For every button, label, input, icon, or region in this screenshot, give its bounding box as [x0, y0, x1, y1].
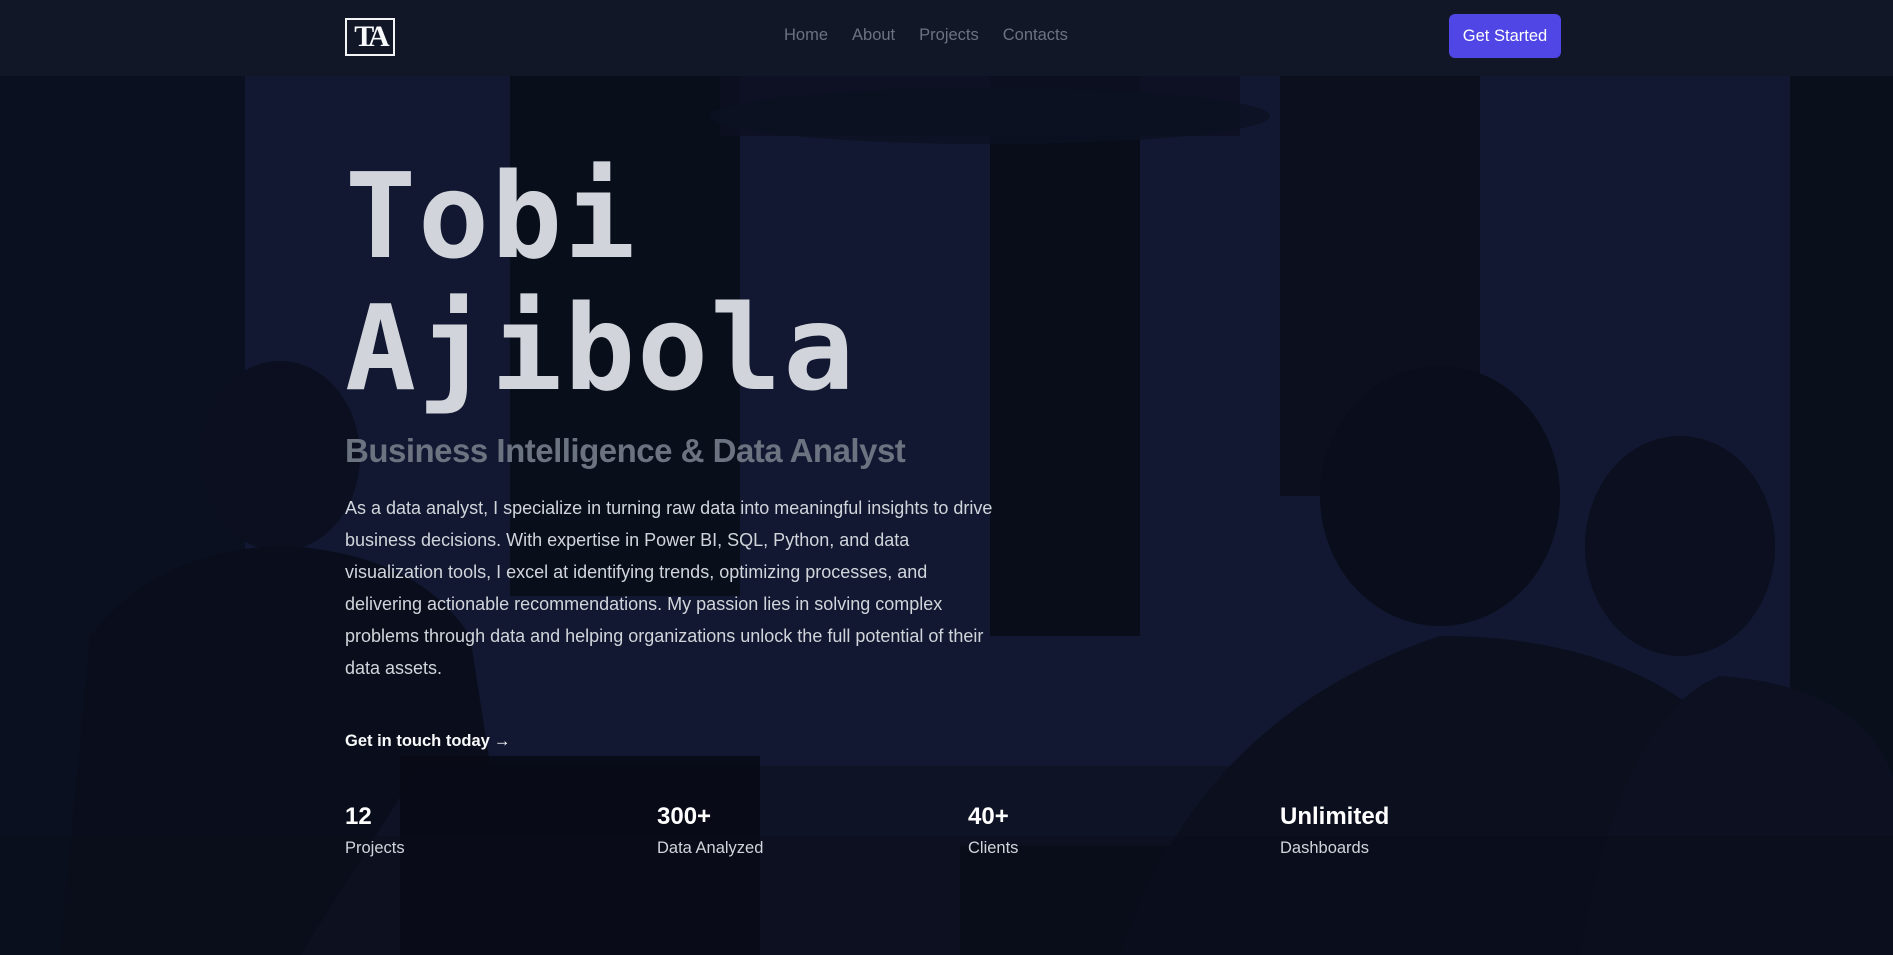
nav-contacts[interactable]: Contacts	[1003, 26, 1068, 45]
landing-page: TA Home About Projects Contacts Get Star…	[0, 0, 1893, 955]
nav-home[interactable]: Home	[784, 26, 828, 45]
stat-value: 300+	[657, 803, 712, 830]
main-nav: Home About Projects Contacts	[784, 26, 1068, 45]
stat-dashboards: Unlimited Dashboards	[1280, 803, 1389, 858]
stat-clients: 40+ Clients	[968, 803, 1018, 858]
stat-projects: 12 Projects	[345, 803, 405, 858]
stat-value: 40+	[968, 803, 1009, 830]
site-header: TA Home About Projects Contacts Get Star…	[0, 0, 1893, 76]
hero-description: As a data analyst, I specialize in turni…	[345, 498, 993, 678]
hero-name-last: Ajibola	[345, 279, 857, 417]
get-in-touch-label: Get in touch today	[345, 732, 490, 750]
hero-section: Tobi Ajibola Business Intelligence & Dat…	[345, 150, 1345, 751]
nav-about[interactable]: About	[852, 26, 895, 45]
get-in-touch-link[interactable]: Get in touch today →	[345, 732, 510, 751]
logo[interactable]: TA	[345, 18, 395, 56]
stat-value: Unlimited	[1280, 803, 1390, 830]
stat-value: 12	[345, 803, 372, 830]
arrow-right-icon: →	[493, 732, 511, 750]
stat-label: Projects	[345, 839, 405, 857]
stat-label: Dashboards	[1280, 839, 1369, 857]
stat-label: Clients	[968, 839, 1019, 857]
logo-text: TA	[354, 20, 390, 53]
nav-projects[interactable]: Projects	[919, 26, 979, 45]
stat-label: Data Analyzed	[657, 839, 764, 857]
hero-name: Tobi Ajibola	[345, 150, 1345, 414]
stat-data-analyzed: 300+ Data Analyzed	[657, 803, 763, 858]
hero-subtitle: Business Intelligence & Data Analyst	[345, 432, 906, 469]
get-started-button[interactable]: Get Started	[1449, 14, 1561, 58]
hero-name-first: Tobi	[345, 147, 638, 285]
